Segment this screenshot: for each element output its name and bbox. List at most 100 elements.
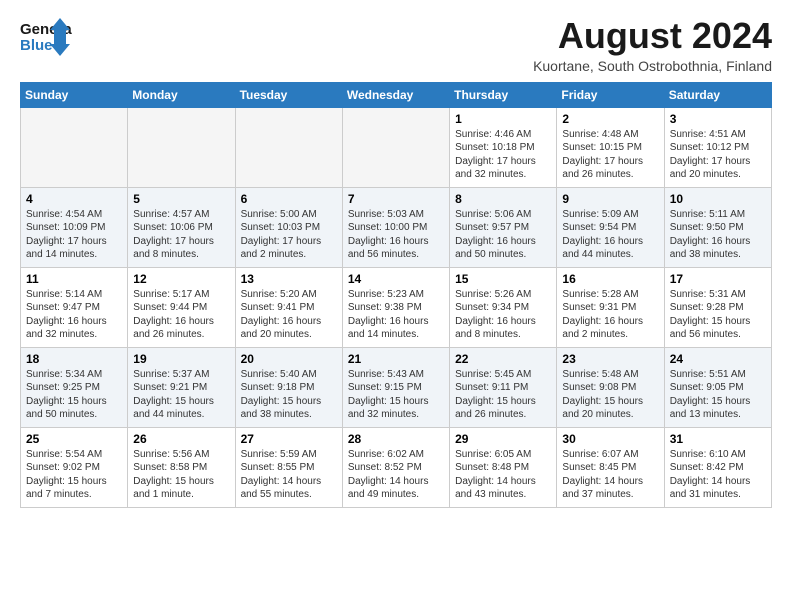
day-number: 23 [562, 352, 658, 366]
day-number: 3 [670, 112, 766, 126]
day-number: 30 [562, 432, 658, 446]
calendar-cell: 16 Sunrise: 5:28 AM Sunset: 9:31 PM Dayli… [557, 267, 664, 347]
day-info: Sunrise: 4:51 AM Sunset: 10:12 PM Daylig… [670, 128, 766, 182]
day-number: 17 [670, 272, 766, 286]
day-number: 13 [241, 272, 337, 286]
weekday-header-saturday: Saturday [664, 82, 771, 107]
day-number: 21 [348, 352, 444, 366]
day-number: 8 [455, 192, 551, 206]
calendar-cell: 12Sunrise: 5:17 AM Sunset: 9:44 PM Dayli… [128, 267, 235, 347]
day-number: 10 [670, 192, 766, 206]
day-info: Sunrise: 5:14 AM Sunset: 9:47 PM Dayligh… [26, 288, 122, 342]
calendar-cell: 4 Sunrise: 4:54 AM Sunset: 10:09 PM Dayli… [21, 187, 128, 267]
day-info: Sunrise: 4:46 AM Sunset: 10:18 PM Daylig… [455, 128, 551, 182]
day-info: Sunrise: 5:11 AM Sunset: 9:50 PM Dayligh… [670, 208, 766, 262]
calendar-cell: 27Sunrise: 5:59 AM Sunset: 8:55 PM Dayli… [235, 427, 342, 507]
day-number: 11 [26, 272, 122, 286]
logo: GeneralBlue [20, 16, 72, 58]
day-number: 2 [562, 112, 658, 126]
calendar-cell: 11 Sunrise: 5:14 AM Sunset: 9:47 PM Dayli… [21, 267, 128, 347]
calendar-cell [235, 107, 342, 187]
day-info: Sunrise: 4:54 AM Sunset: 10:09 PM Daylig… [26, 208, 122, 262]
calendar-cell: 24 Sunrise: 5:51 AM Sunset: 9:05 PM Dayli… [664, 347, 771, 427]
calendar-cell: 17 Sunrise: 5:31 AM Sunset: 9:28 PM Dayli… [664, 267, 771, 347]
calendar-cell: 26 Sunrise: 5:56 AM Sunset: 8:58 PM Dayli… [128, 427, 235, 507]
calendar-cell: 8Sunrise: 5:06 AM Sunset: 9:57 PM Daylig… [450, 187, 557, 267]
title-block: August 2024 Kuortane, South Ostrobothnia… [533, 16, 772, 74]
calendar-cell: 7Sunrise: 5:03 AM Sunset: 10:00 PM Dayli… [342, 187, 449, 267]
day-info: Sunrise: 5:54 AM Sunset: 9:02 PM Dayligh… [26, 448, 122, 502]
day-number: 16 [562, 272, 658, 286]
day-info: Sunrise: 4:48 AM Sunset: 10:15 PM Daylig… [562, 128, 658, 182]
weekday-header-friday: Friday [557, 82, 664, 107]
day-number: 14 [348, 272, 444, 286]
calendar-week-2: 4 Sunrise: 4:54 AM Sunset: 10:09 PM Dayli… [21, 187, 772, 267]
weekday-header-wednesday: Wednesday [342, 82, 449, 107]
day-number: 25 [26, 432, 122, 446]
weekday-header-monday: Monday [128, 82, 235, 107]
calendar-cell: 21Sunrise: 5:43 AM Sunset: 9:15 PM Dayli… [342, 347, 449, 427]
day-number: 24 [670, 352, 766, 366]
day-number: 31 [670, 432, 766, 446]
day-info: Sunrise: 5:09 AM Sunset: 9:54 PM Dayligh… [562, 208, 658, 262]
day-info: Sunrise: 5:59 AM Sunset: 8:55 PM Dayligh… [241, 448, 337, 502]
day-number: 15 [455, 272, 551, 286]
calendar-cell [342, 107, 449, 187]
calendar-cell: 1 Sunrise: 4:46 AM Sunset: 10:18 PM Dayli… [450, 107, 557, 187]
weekday-header-thursday: Thursday [450, 82, 557, 107]
calendar-cell: 5 Sunrise: 4:57 AM Sunset: 10:06 PM Dayli… [128, 187, 235, 267]
calendar-cell: 22 Sunrise: 5:45 AM Sunset: 9:11 PM Dayli… [450, 347, 557, 427]
day-number: 7 [348, 192, 444, 206]
day-info: Sunrise: 5:34 AM Sunset: 9:25 PM Dayligh… [26, 368, 122, 422]
calendar-cell: 23 Sunrise: 5:48 AM Sunset: 9:08 PM Dayli… [557, 347, 664, 427]
calendar-cell: 29Sunrise: 6:05 AM Sunset: 8:48 PM Dayli… [450, 427, 557, 507]
day-info: Sunrise: 5:26 AM Sunset: 9:34 PM Dayligh… [455, 288, 551, 342]
calendar-cell: 19Sunrise: 5:37 AM Sunset: 9:21 PM Dayli… [128, 347, 235, 427]
day-number: 29 [455, 432, 551, 446]
day-number: 22 [455, 352, 551, 366]
calendar-cell: 14Sunrise: 5:23 AM Sunset: 9:38 PM Dayli… [342, 267, 449, 347]
day-info: Sunrise: 5:48 AM Sunset: 9:08 PM Dayligh… [562, 368, 658, 422]
calendar-week-1: 1 Sunrise: 4:46 AM Sunset: 10:18 PM Dayli… [21, 107, 772, 187]
day-info: Sunrise: 5:45 AM Sunset: 9:11 PM Dayligh… [455, 368, 551, 422]
day-info: Sunrise: 5:51 AM Sunset: 9:05 PM Dayligh… [670, 368, 766, 422]
day-number: 20 [241, 352, 337, 366]
weekday-header-row: SundayMondayTuesdayWednesdayThursdayFrid… [21, 82, 772, 107]
day-info: Sunrise: 5:31 AM Sunset: 9:28 PM Dayligh… [670, 288, 766, 342]
day-info: Sunrise: 5:37 AM Sunset: 9:21 PM Dayligh… [133, 368, 229, 422]
calendar-cell [128, 107, 235, 187]
day-info: Sunrise: 6:07 AM Sunset: 8:45 PM Dayligh… [562, 448, 658, 502]
day-number: 6 [241, 192, 337, 206]
calendar-cell [21, 107, 128, 187]
day-number: 9 [562, 192, 658, 206]
day-number: 5 [133, 192, 229, 206]
day-info: Sunrise: 5:00 AM Sunset: 10:03 PM Daylig… [241, 208, 337, 262]
calendar-cell: 2 Sunrise: 4:48 AM Sunset: 10:15 PM Dayli… [557, 107, 664, 187]
day-number: 28 [348, 432, 444, 446]
day-info: Sunrise: 6:02 AM Sunset: 8:52 PM Dayligh… [348, 448, 444, 502]
calendar-week-5: 25 Sunrise: 5:54 AM Sunset: 9:02 PM Dayli… [21, 427, 772, 507]
day-info: Sunrise: 5:28 AM Sunset: 9:31 PM Dayligh… [562, 288, 658, 342]
calendar-cell: 6 Sunrise: 5:00 AM Sunset: 10:03 PM Dayli… [235, 187, 342, 267]
calendar-cell: 25 Sunrise: 5:54 AM Sunset: 9:02 PM Dayli… [21, 427, 128, 507]
location-subtitle: Kuortane, South Ostrobothnia, Finland [533, 58, 772, 74]
day-number: 4 [26, 192, 122, 206]
calendar-cell: 3 Sunrise: 4:51 AM Sunset: 10:12 PM Dayli… [664, 107, 771, 187]
day-info: Sunrise: 6:10 AM Sunset: 8:42 PM Dayligh… [670, 448, 766, 502]
calendar-table: SundayMondayTuesdayWednesdayThursdayFrid… [20, 82, 772, 508]
day-info: Sunrise: 4:57 AM Sunset: 10:06 PM Daylig… [133, 208, 229, 262]
svg-text:Blue: Blue [20, 37, 53, 54]
header: GeneralBlue August 2024 Kuortane, South … [20, 16, 772, 74]
calendar-cell: 20 Sunrise: 5:40 AM Sunset: 9:18 PM Dayli… [235, 347, 342, 427]
month-title: August 2024 [533, 16, 772, 56]
day-info: Sunrise: 5:40 AM Sunset: 9:18 PM Dayligh… [241, 368, 337, 422]
day-info: Sunrise: 5:56 AM Sunset: 8:58 PM Dayligh… [133, 448, 229, 502]
calendar-week-4: 18Sunrise: 5:34 AM Sunset: 9:25 PM Dayli… [21, 347, 772, 427]
calendar-cell: 28 Sunrise: 6:02 AM Sunset: 8:52 PM Dayli… [342, 427, 449, 507]
weekday-header-tuesday: Tuesday [235, 82, 342, 107]
day-number: 1 [455, 112, 551, 126]
page: GeneralBlue August 2024 Kuortane, South … [0, 0, 792, 518]
day-number: 26 [133, 432, 229, 446]
day-info: Sunrise: 5:17 AM Sunset: 9:44 PM Dayligh… [133, 288, 229, 342]
calendar-cell: 30 Sunrise: 6:07 AM Sunset: 8:45 PM Dayli… [557, 427, 664, 507]
